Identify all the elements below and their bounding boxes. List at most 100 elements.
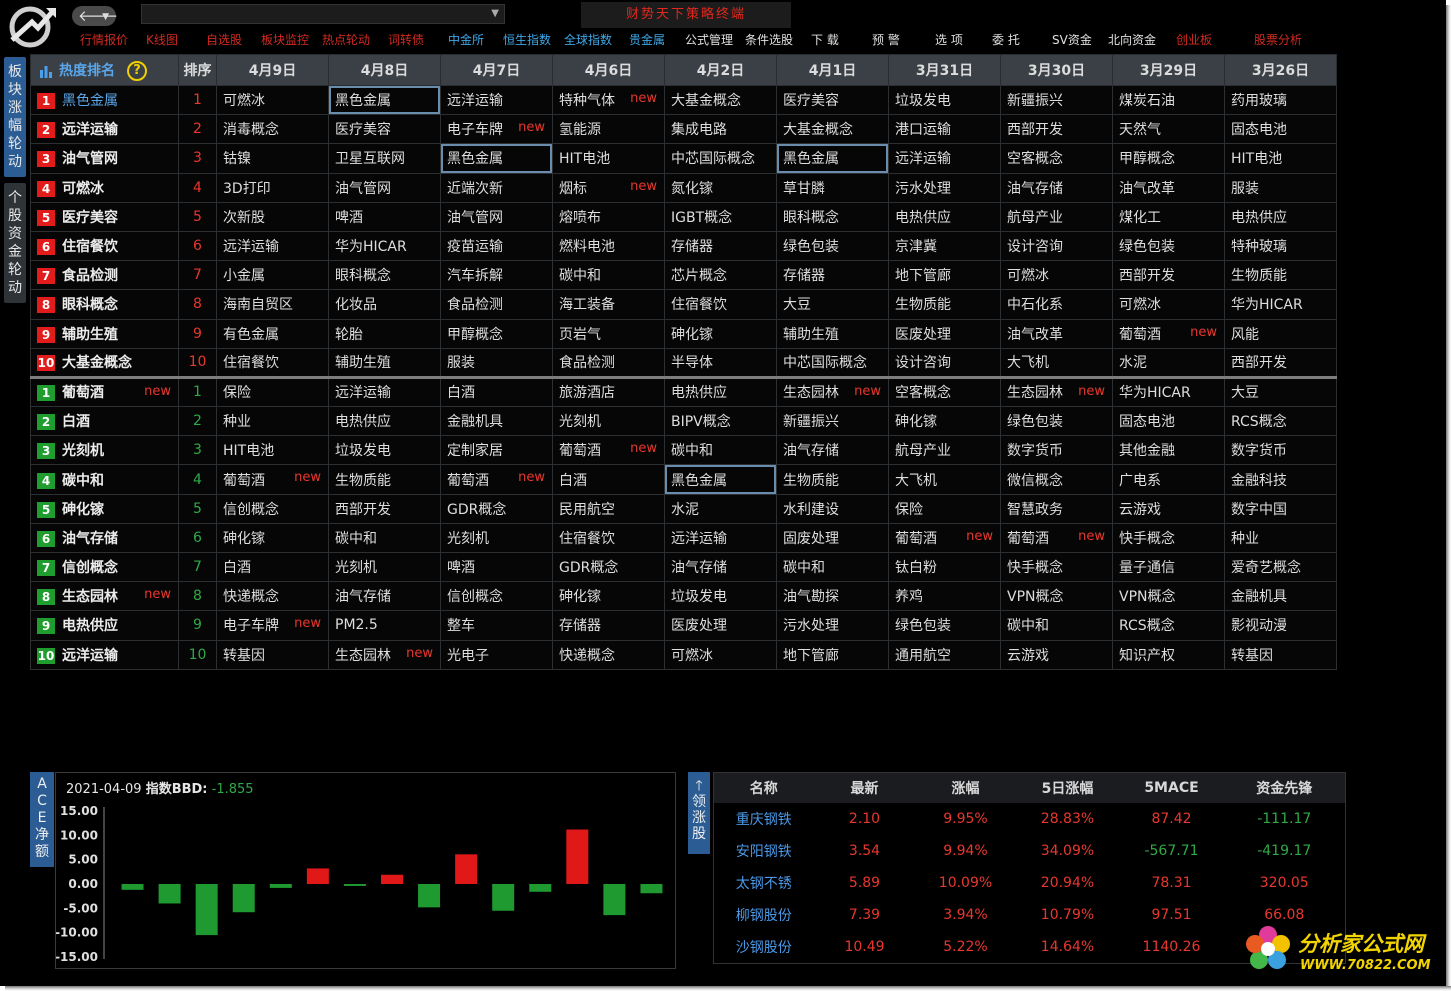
sector-cell[interactable]: 氢能源 — [552, 114, 665, 145]
command-input[interactable]: ▼ — [141, 4, 505, 24]
sector-cell[interactable]: 电子车牌 new — [440, 114, 553, 145]
sector-cell[interactable]: 旅游酒店 — [552, 375, 665, 408]
sector-cell[interactable]: 砷化镓 — [216, 522, 329, 554]
sector-cell[interactable]: 水利建设 — [776, 493, 889, 524]
menu-item-8[interactable]: 全球指数 — [564, 30, 612, 50]
sector-cell[interactable]: 页岩气 — [552, 318, 665, 349]
sector-cell[interactable]: 服装 — [440, 347, 553, 378]
sector-cell[interactable]: 油气勘探 — [776, 581, 889, 612]
menu-item-10[interactable]: 公式管理 — [685, 30, 733, 50]
sector-cell[interactable]: HIT电池 — [1224, 143, 1337, 174]
sector-cell[interactable]: 住宿餐饮 — [216, 347, 329, 378]
sector-cell[interactable]: 消毒概念 — [216, 114, 329, 145]
sector-cell[interactable]: 影视动漫 — [1224, 610, 1337, 641]
sector-cell[interactable]: 3D打印 — [216, 172, 329, 203]
sector-cell[interactable]: 油气管网 — [440, 201, 553, 232]
sector-cell[interactable]: 云游戏 — [1000, 639, 1113, 671]
sector-cell[interactable]: 快递概念 — [216, 581, 329, 612]
table-row[interactable]: 4 碳中和 4 葡萄酒 new 生物质能 葡萄酒 new 白酒 黑色金属 生物质能 大飞机 微信概念 广电… — [30, 464, 1337, 495]
table-row[interactable]: 6 油气存储 6 砷化镓 碳中和 光刻机 住宿餐饮 远洋运输 固废处理 葡萄酒 new 葡萄酒 new 快… — [30, 522, 1337, 554]
sector-cell[interactable]: 油气存储 — [1000, 172, 1113, 203]
sector-name-cell[interactable]: 8 眼科概念 — [30, 289, 179, 320]
menu-item-17[interactable]: 北向资金 — [1108, 30, 1156, 50]
sector-cell[interactable]: 半导体 — [664, 347, 777, 378]
sector-cell[interactable]: 黑色金属 — [328, 84, 441, 116]
sector-cell[interactable]: 油气管网 — [328, 172, 441, 203]
sector-cell[interactable]: 空客概念 — [1000, 143, 1113, 174]
sector-cell[interactable]: 可燃冰 — [1112, 289, 1225, 320]
sector-cell[interactable]: 存储器 — [776, 260, 889, 291]
sector-cell[interactable]: 海工装备 — [552, 289, 665, 320]
menu-item-14[interactable]: 选 项 — [935, 30, 963, 50]
sector-cell[interactable]: 化妆品 — [328, 289, 441, 320]
sector-name-cell[interactable]: 10 远洋运输 — [30, 639, 179, 671]
sector-cell[interactable]: 空客概念 — [888, 375, 1001, 408]
sector-cell[interactable]: 黑色金属 — [440, 143, 553, 174]
table-row[interactable]: 重庆钢铁 2.10 9.95% 28.83% 87.42 -111.17 — [714, 803, 1346, 835]
back-forward-button[interactable]: 🡐 ▼ — [72, 6, 118, 26]
menu-item-13[interactable]: 预 警 — [872, 30, 900, 50]
sector-cell[interactable]: 油气存储 — [664, 551, 777, 583]
sector-cell[interactable]: 集成电路 — [664, 114, 777, 145]
sector-cell[interactable]: 远洋运输 — [328, 375, 441, 408]
sector-cell[interactable]: 远洋运输 — [664, 522, 777, 554]
sector-cell[interactable]: 养鸡 — [888, 581, 1001, 612]
menu-item-19[interactable]: 股票分析 — [1254, 30, 1302, 50]
sector-cell[interactable]: 碳中和 — [1000, 610, 1113, 641]
sector-cell[interactable]: 钛白粉 — [888, 551, 1001, 583]
date-header[interactable]: 4月7日 — [440, 54, 553, 86]
table-row[interactable]: 10 远洋运输 10 转基因 生态园林 new 光电子 快递概念 可燃冰 地下管廊 通用航空 云游戏 知… — [30, 639, 1337, 671]
heat-rank-header[interactable]: 热度排名? — [30, 54, 179, 86]
sector-name-cell[interactable]: 1 黑色金属 — [30, 84, 179, 116]
sector-cell[interactable]: 广电系 — [1112, 464, 1225, 495]
sector-cell[interactable]: 葡萄酒 new — [888, 522, 1001, 554]
stock-name-cell[interactable]: 太钢不锈 — [714, 867, 814, 899]
sector-cell[interactable]: 金融机具 — [1224, 581, 1337, 612]
date-header[interactable]: 3月31日 — [888, 54, 1001, 86]
menu-item-2[interactable]: 自选股 — [206, 30, 242, 50]
sector-cell[interactable]: GDR概念 — [552, 551, 665, 583]
sector-cell[interactable]: 汽车拆解 — [440, 260, 553, 291]
stock-column-header[interactable]: 5MACE — [1119, 772, 1224, 803]
sector-cell[interactable]: 量子通信 — [1112, 551, 1225, 583]
table-row[interactable]: 10 大基金概念 10 住宿餐饮 辅助生殖 服装 食品检测 半导体 中芯国际概念 设计咨询 大飞机 水… — [30, 347, 1337, 378]
table-row[interactable]: 安阳钢铁 3.54 9.94% 34.09% -567.71 -419.17 — [714, 835, 1346, 867]
ace-net-tab[interactable]: ACE净额 — [30, 772, 54, 867]
sector-cell[interactable]: 其他金融 — [1112, 435, 1225, 466]
sector-cell[interactable]: 次新股 — [216, 201, 329, 232]
sector-cell[interactable]: 生物质能 — [1224, 260, 1337, 291]
sector-cell[interactable]: 辅助生殖 — [328, 347, 441, 378]
chevron-down-icon[interactable]: ▼ — [491, 5, 499, 23]
stock-column-header[interactable]: 5日涨幅 — [1015, 772, 1120, 803]
sector-cell[interactable]: 住宿餐饮 — [664, 289, 777, 320]
table-row[interactable]: 1 黑色金属 1 可燃冰 黑色金属 远洋运输 特种气体 new 大基金概念 医疗美容 垃圾发电 新疆振… — [30, 84, 1337, 116]
sector-cell[interactable]: 煤炭石油 — [1112, 84, 1225, 116]
stock-name-cell[interactable]: 安阳钢铁 — [714, 835, 814, 867]
stock-column-header[interactable]: 涨幅 — [915, 772, 1016, 803]
table-row[interactable]: 6 住宿餐饮 6 远洋运输 华为HICAR 疫苗运输 燃料电池 存储器 绿色包装 京津冀 设计咨询 绿… — [30, 230, 1337, 262]
sector-cell[interactable]: 油气改革 — [1000, 318, 1113, 349]
sector-cell[interactable]: 设计咨询 — [1000, 230, 1113, 262]
sector-name-cell[interactable]: 4 可燃冰 — [30, 172, 179, 203]
sector-cell[interactable]: 爱奇艺概念 — [1224, 551, 1337, 583]
sector-cell[interactable]: 啤酒 — [328, 201, 441, 232]
sector-cell[interactable]: 药用玻璃 — [1224, 84, 1337, 116]
sector-cell[interactable]: HIT电池 — [216, 435, 329, 466]
menu-item-11[interactable]: 条件选股 — [745, 30, 793, 50]
sector-name-cell[interactable]: 10 大基金概念 — [30, 347, 179, 378]
sector-cell[interactable]: 葡萄酒 new — [552, 435, 665, 466]
sector-cell[interactable]: 信创概念 — [440, 581, 553, 612]
sector-name-cell[interactable]: 3 光刻机 — [30, 435, 179, 466]
date-header[interactable]: 4月9日 — [216, 54, 329, 86]
sector-cell[interactable]: 华为HICAR — [328, 230, 441, 262]
sector-cell[interactable]: 草甘膦 — [776, 172, 889, 203]
sector-cell[interactable]: 卫星互联网 — [328, 143, 441, 174]
sector-cell[interactable]: 葡萄酒 new — [1112, 318, 1225, 349]
sector-cell[interactable]: 华为HICAR — [1224, 289, 1337, 320]
sector-cell[interactable]: 轮胎 — [328, 318, 441, 349]
sector-cell[interactable]: 远洋运输 — [888, 143, 1001, 174]
sector-cell[interactable]: 快手概念 — [1000, 551, 1113, 583]
sector-cell[interactable]: 大飞机 — [888, 464, 1001, 495]
sector-cell[interactable]: 天然气 — [1112, 114, 1225, 145]
sector-cell[interactable]: 快手概念 — [1112, 522, 1225, 554]
